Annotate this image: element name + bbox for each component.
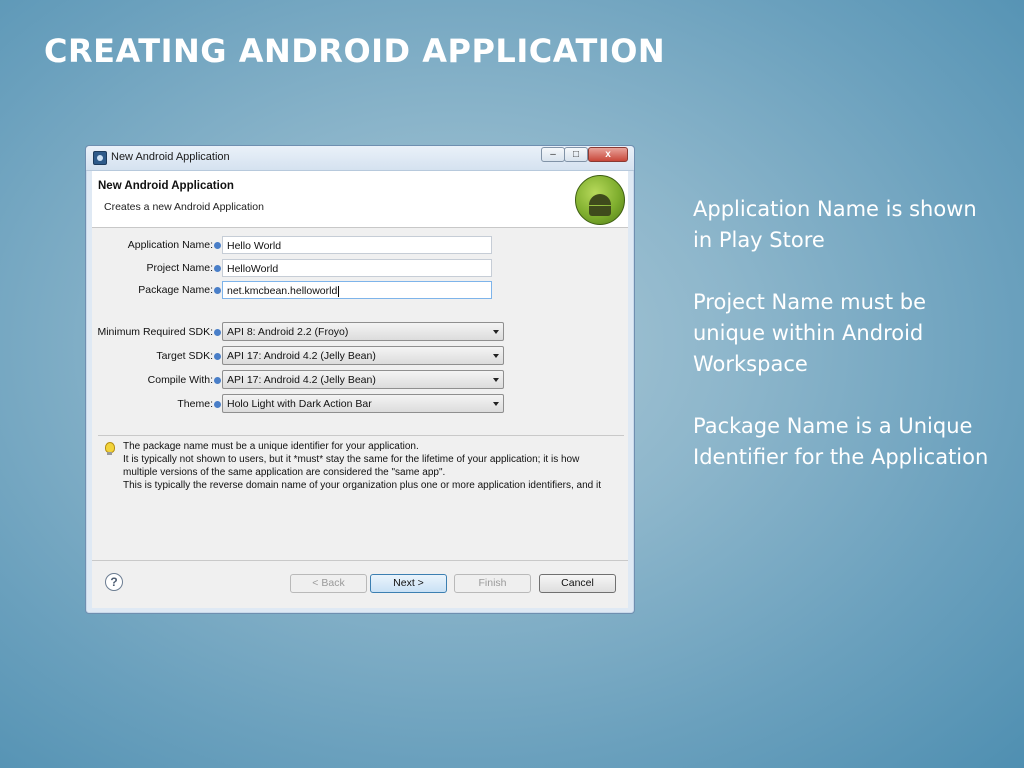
project-name-input[interactable]: HelloWorld (222, 259, 492, 277)
info-message: The package name must be a unique identi… (123, 440, 623, 492)
package-name-input[interactable]: net.kmcbean.helloworld (222, 281, 492, 299)
compile-with-label: Compile With: (147, 374, 213, 386)
min-sdk-label: Minimum Required SDK: (97, 326, 213, 338)
info-line: This is typically the reverse domain nam… (123, 480, 602, 491)
chevron-down-icon (493, 402, 499, 406)
new-android-application-window: New Android Application – □ x New Androi… (85, 145, 635, 614)
window-title: New Android Application (111, 151, 230, 163)
compile-with-select[interactable]: API 17: Android 4.2 (Jelly Bean) (222, 370, 504, 389)
theme-value: Holo Light with Dark Action Bar (227, 398, 372, 410)
info-icon (214, 287, 221, 294)
divider (98, 435, 624, 436)
project-name-label: Project Name: (146, 262, 213, 274)
compile-with-value: API 17: Android 4.2 (Jelly Bean) (227, 374, 376, 386)
info-icon (214, 377, 221, 384)
lightbulb-icon (105, 442, 115, 455)
close-button[interactable]: x (588, 147, 628, 162)
application-name-input[interactable]: Hello World (222, 236, 492, 254)
android-body-icon (589, 206, 611, 216)
app-icon (93, 151, 107, 165)
min-sdk-select[interactable]: API 8: Android 2.2 (Froyo) (222, 322, 504, 341)
android-head-icon (589, 194, 611, 205)
finish-button[interactable]: Finish (454, 574, 531, 593)
slide-title: CREATING ANDROID APPLICATION (44, 32, 666, 70)
info-icon (214, 401, 221, 408)
minimize-button[interactable]: – (541, 147, 565, 162)
info-line: multiple versions of the same applicatio… (123, 467, 446, 478)
next-button[interactable]: Next > (370, 574, 447, 593)
wizard-title: New Android Application (98, 180, 234, 192)
application-name-label: Application Name: (127, 239, 213, 251)
target-sdk-select[interactable]: API 17: Android 4.2 (Jelly Bean) (222, 346, 504, 365)
back-button[interactable]: < Back (290, 574, 367, 593)
wizard-subtitle: Creates a new Android Application (104, 201, 264, 213)
android-logo-icon (575, 175, 625, 225)
note-package-name: Package Name is a Unique Identifier for … (693, 414, 989, 469)
min-sdk-value: API 8: Android 2.2 (Froyo) (227, 326, 349, 338)
window-titlebar[interactable]: New Android Application – □ x (86, 146, 634, 171)
chevron-down-icon (493, 354, 499, 358)
info-icon (214, 329, 221, 336)
divider (92, 560, 628, 561)
slide-notes: Application Name is shown in Play Store … (693, 194, 993, 504)
theme-select[interactable]: Holo Light with Dark Action Bar (222, 394, 504, 413)
target-sdk-value: API 17: Android 4.2 (Jelly Bean) (227, 350, 376, 362)
help-icon[interactable]: ? (105, 573, 123, 591)
text-caret (338, 285, 340, 297)
chevron-down-icon (493, 378, 499, 382)
package-name-label: Package Name: (138, 284, 213, 296)
wizard-content: Application Name: Hello World Project Na… (92, 228, 628, 608)
note-project-name: Project Name must be unique within Andro… (693, 290, 927, 376)
package-name-value: net.kmcbean.helloworld (227, 285, 338, 297)
chevron-down-icon (493, 330, 499, 334)
maximize-button[interactable]: □ (564, 147, 588, 162)
info-line: The package name must be a unique identi… (123, 441, 419, 452)
note-application-name: Application Name is shown in Play Store (693, 197, 977, 252)
theme-label: Theme: (177, 398, 213, 410)
cancel-button[interactable]: Cancel (539, 574, 616, 593)
wizard-header: New Android Application Creates a new An… (92, 171, 628, 228)
info-line: It is typically not shown to users, but … (123, 454, 580, 465)
target-sdk-label: Target SDK: (156, 350, 213, 362)
info-icon (214, 353, 221, 360)
info-icon (214, 242, 221, 249)
info-icon (214, 265, 221, 272)
